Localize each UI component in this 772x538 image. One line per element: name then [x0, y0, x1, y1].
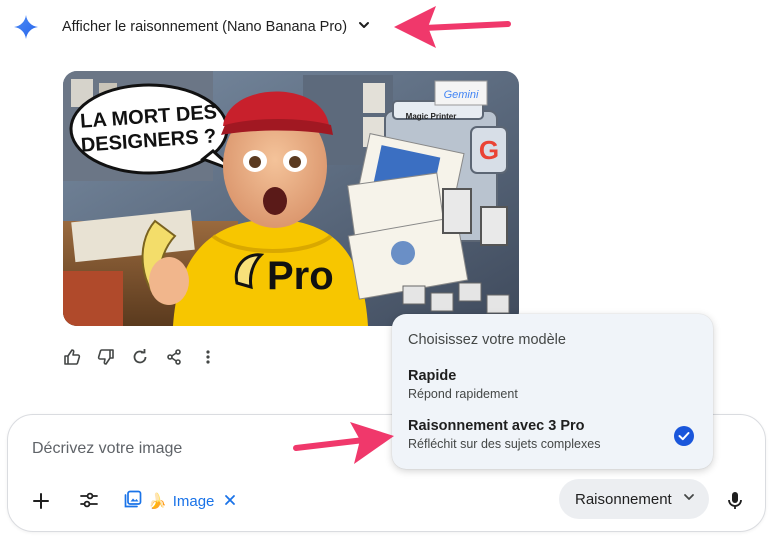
- tools-icon[interactable]: [78, 489, 100, 511]
- response-actions: [62, 347, 218, 367]
- image-tool-chip[interactable]: 🍌 Image: [124, 489, 214, 513]
- regenerate-icon[interactable]: [130, 347, 150, 367]
- model-menu-title: Choisissez votre modèle: [408, 332, 566, 348]
- model-option-rapide[interactable]: Rapide Répond rapidement: [392, 368, 713, 408]
- banana-emoji: 🍌: [148, 493, 167, 510]
- model-mode-button[interactable]: Raisonnement: [559, 479, 709, 519]
- thumbs-down-icon[interactable]: [96, 347, 116, 367]
- model-option-name: Raisonnement avec 3 Pro: [408, 418, 585, 434]
- image-gallery-icon: [124, 490, 142, 513]
- annotation-arrow-top: [394, 6, 511, 48]
- model-menu: Choisissez votre modèle Rapide Répond ra…: [392, 314, 713, 469]
- close-icon[interactable]: [223, 493, 237, 507]
- gemini-star-icon: [14, 15, 38, 39]
- printer-label-text: Magic Printer: [406, 112, 457, 121]
- more-vert-icon[interactable]: [198, 347, 218, 367]
- show-thinking-label: Afficher le raisonnement (Nano Banana Pr…: [62, 19, 348, 35]
- model-option-3-pro[interactable]: Raisonnement avec 3 Pro Réfléchit sur de…: [392, 418, 713, 462]
- chevron-down-icon: [357, 18, 371, 37]
- show-thinking-toggle[interactable]: Afficher le raisonnement (Nano Banana Pr…: [62, 14, 371, 40]
- model-option-description: Répond rapidement: [408, 387, 518, 401]
- printer-brand-text: Gemini: [444, 89, 479, 101]
- image-chip-label: Image: [172, 492, 215, 510]
- selected-check-icon: [673, 425, 695, 447]
- thumbs-up-icon[interactable]: [62, 347, 82, 367]
- model-option-name: Rapide: [408, 368, 457, 384]
- generated-image[interactable]: LA MORT DES DESIGNERS ? Pro Gemini Magic…: [63, 71, 519, 326]
- model-option-description: Réfléchit sur des sujets complexes: [408, 437, 601, 451]
- share-icon[interactable]: [164, 347, 184, 367]
- chevron-down-icon: [682, 490, 696, 509]
- microphone-icon[interactable]: [724, 489, 746, 511]
- add-icon[interactable]: [30, 490, 52, 512]
- mode-label: Raisonnement: [575, 490, 672, 508]
- svg-text:G: G: [479, 135, 499, 165]
- prompt-input[interactable]: [32, 437, 412, 461]
- shirt-logo-text: Pro: [267, 254, 334, 298]
